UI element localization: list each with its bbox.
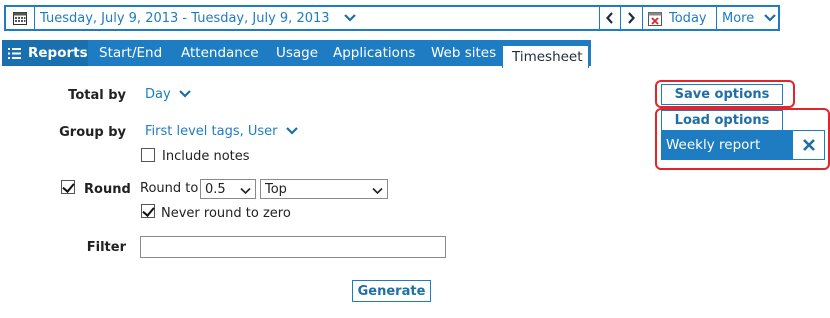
group-by-label: Group by xyxy=(59,125,126,140)
tab-attendance[interactable]: Attendance xyxy=(175,40,259,66)
include-notes-checkbox[interactable] xyxy=(141,148,155,162)
chevron-left-icon xyxy=(606,12,613,24)
today-label: Today xyxy=(669,10,707,26)
previous-day-button[interactable] xyxy=(600,7,620,29)
tab-timesheet[interactable]: Timesheet xyxy=(502,45,589,68)
more-menu-button[interactable]: More xyxy=(717,7,779,29)
calendar-today-icon xyxy=(648,11,662,26)
tab-start-end[interactable]: Start/End xyxy=(93,40,162,66)
load-options-label: Load options xyxy=(674,113,770,128)
filter-input[interactable] xyxy=(140,236,446,258)
filter-label: Filter xyxy=(86,240,126,255)
tab-usage[interactable]: Usage xyxy=(270,40,318,66)
save-options-button[interactable]: Save options xyxy=(661,84,783,105)
round-to-select[interactable]: 0.5 xyxy=(200,179,256,199)
round-checkbox[interactable] xyxy=(61,180,75,194)
date-range-bar: Tuesday, July 9, 2013 - Tuesday, July 9,… xyxy=(4,5,780,31)
report-tab-bar: Reports Start/End Attendance Usage Appli… xyxy=(2,40,591,68)
round-label: Round xyxy=(84,182,131,197)
total-by-label: Total by xyxy=(68,88,126,103)
load-options-button[interactable]: Load options xyxy=(661,110,783,130)
never-round-checkbox[interactable] xyxy=(141,204,155,218)
round-to-value: 0.5 xyxy=(205,181,226,197)
close-icon xyxy=(802,139,815,151)
generate-label: Generate xyxy=(357,283,426,299)
list-icon xyxy=(8,47,21,59)
chevron-down-icon xyxy=(372,184,383,199)
tab-web-sites[interactable]: Web sites xyxy=(425,40,496,66)
delete-saved-option-button[interactable] xyxy=(792,130,825,160)
include-notes-label: Include notes xyxy=(162,149,250,164)
chevron-down-icon xyxy=(178,87,191,102)
total-by-dropdown[interactable]: Day xyxy=(145,87,191,102)
generate-button[interactable]: Generate xyxy=(352,280,431,302)
round-direction-value: Top xyxy=(265,181,287,197)
next-day-button[interactable] xyxy=(621,7,641,29)
chevron-right-icon xyxy=(628,12,635,24)
tab-label: Start/End xyxy=(99,45,163,61)
chevron-down-icon xyxy=(343,14,356,22)
date-range-selector[interactable]: Tuesday, July 9, 2013 - Tuesday, July 9,… xyxy=(36,7,356,29)
group-by-dropdown[interactable]: First level tags, User xyxy=(145,124,298,139)
tab-applications[interactable]: Applications xyxy=(327,40,415,66)
group-by-value: First level tags, User xyxy=(145,124,278,139)
chevron-down-icon xyxy=(240,184,251,199)
tab-label: Web sites xyxy=(431,45,497,61)
more-label: More xyxy=(722,10,755,26)
save-options-label: Save options xyxy=(674,87,770,102)
chevron-down-icon xyxy=(285,124,298,139)
today-button[interactable]: Today xyxy=(643,7,715,29)
tab-reports-label: Reports xyxy=(28,45,88,61)
tab-reports[interactable]: Reports xyxy=(2,40,88,66)
round-direction-select[interactable]: Top xyxy=(260,179,388,199)
round-to-label: Round to xyxy=(140,181,199,196)
saved-option-label: Weekly report xyxy=(666,137,761,153)
tab-label: Usage xyxy=(276,45,319,61)
tab-label: Attendance xyxy=(181,45,259,61)
total-by-value: Day xyxy=(145,87,171,102)
tab-label: Applications xyxy=(333,45,416,61)
saved-option-item[interactable]: Weekly report xyxy=(661,130,792,160)
calendar-icon[interactable] xyxy=(6,7,34,29)
tab-label: Timesheet xyxy=(512,49,583,65)
date-range-text: Tuesday, July 9, 2013 - Tuesday, July 9,… xyxy=(40,10,330,26)
chevron-down-icon xyxy=(764,14,777,22)
never-round-label: Never round to zero xyxy=(161,206,291,221)
